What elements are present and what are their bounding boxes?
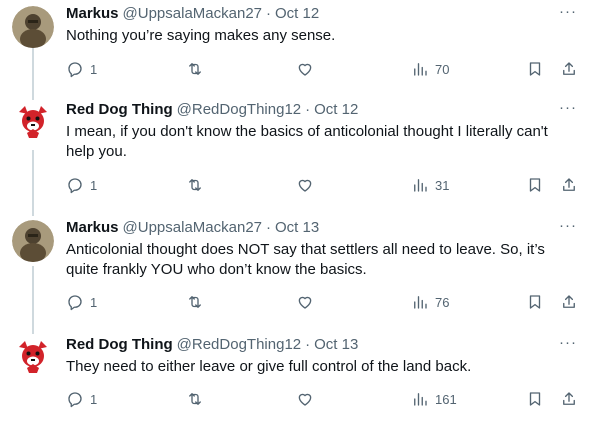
red-dog-avatar[interactable] <box>12 102 54 144</box>
tweet-actions: 1 70 <box>66 59 583 79</box>
red-dog-avatar[interactable] <box>12 337 54 379</box>
bookmark-icon <box>529 295 541 309</box>
tweet-header: Red Dog Thing @RedDogThing12 · Oct 13 <box>66 335 583 355</box>
timestamp[interactable]: Oct 13 <box>314 335 358 355</box>
separator: · <box>266 5 271 22</box>
bookmark-button[interactable] <box>526 292 544 312</box>
more-options-button[interactable]: ··· <box>559 335 577 351</box>
separator: · <box>305 336 311 353</box>
views-button[interactable]: 76 <box>411 292 449 312</box>
tweet-text: They need to either leave or give full c… <box>66 358 472 375</box>
display-name[interactable]: Red Dog Thing <box>66 100 173 120</box>
tweet-text: Nothing you’re saying makes any sense. <box>66 27 336 44</box>
reply-count: 1 <box>90 294 98 310</box>
reply-count: 1 <box>90 391 98 407</box>
user-handle[interactable]: @RedDogThing12 <box>177 100 301 120</box>
bookmark-icon <box>529 62 541 76</box>
tweet-actions: 1 76 <box>66 292 583 312</box>
views-icon <box>414 296 427 309</box>
views-count: 76 <box>435 294 450 310</box>
timestamp[interactable]: Oct 13 <box>275 218 319 238</box>
heart-icon <box>298 179 312 192</box>
tweet-text: Anticolonial thought does NOT say that s… <box>66 241 545 278</box>
views-button[interactable]: 70 <box>411 59 449 79</box>
tweet[interactable]: Red Dog Thing @RedDogThing12 · Oct 12 ··… <box>0 100 597 212</box>
reply-icon <box>68 392 82 408</box>
views-count: 161 <box>435 391 457 407</box>
tweet-header: Markus @UppsalaMackan27 · Oct 12 <box>66 4 583 24</box>
retweet-icon <box>189 393 201 405</box>
retweet-icon <box>189 63 201 75</box>
bookmark-button[interactable] <box>526 389 544 409</box>
tweet-actions: 1 161 <box>66 389 583 409</box>
reply-button[interactable]: 1 <box>66 59 97 79</box>
markus-avatar[interactable] <box>12 6 54 48</box>
reply-count: 1 <box>90 177 98 193</box>
bookmark-button[interactable] <box>526 59 544 79</box>
like-button[interactable] <box>296 175 314 195</box>
views-count: 31 <box>435 177 450 193</box>
share-button[interactable] <box>560 292 578 312</box>
heart-icon <box>298 63 312 76</box>
like-button[interactable] <box>296 292 314 312</box>
bookmark-button[interactable] <box>526 175 544 195</box>
reply-button[interactable]: 1 <box>66 389 97 409</box>
share-button[interactable] <box>560 389 578 409</box>
heart-icon <box>298 296 312 309</box>
tweet-actions: 1 31 <box>66 175 583 195</box>
timestamp[interactable]: Oct 12 <box>314 100 358 120</box>
retweet-icon <box>189 179 201 191</box>
user-handle[interactable]: @UppsalaMackan27 <box>123 4 262 24</box>
share-button[interactable] <box>560 175 578 195</box>
separator: · <box>266 219 271 236</box>
retweet-button[interactable] <box>186 389 204 409</box>
reply-button[interactable]: 1 <box>66 175 97 195</box>
bookmark-icon <box>529 178 541 192</box>
display-name[interactable]: Red Dog Thing <box>66 335 173 355</box>
more-options-button[interactable]: ··· <box>559 100 577 116</box>
tweet-header: Red Dog Thing @RedDogThing12 · Oct 12 <box>66 100 583 120</box>
views-button[interactable]: 31 <box>411 175 449 195</box>
views-icon <box>414 179 427 192</box>
tweet-header: Markus @UppsalaMackan27 · Oct 13 <box>66 218 583 238</box>
share-button[interactable] <box>560 59 578 79</box>
tweet[interactable]: Red Dog Thing @RedDogThing12 · Oct 13 ··… <box>0 335 597 425</box>
user-handle[interactable]: @UppsalaMackan27 <box>123 218 262 238</box>
heart-icon <box>298 393 312 406</box>
like-button[interactable] <box>296 59 314 79</box>
retweet-button[interactable] <box>186 292 204 312</box>
conversation-thread: Markus @UppsalaMackan27 · Oct 12 ··· Not… <box>0 0 597 429</box>
retweet-button[interactable] <box>186 59 204 79</box>
reply-count: 1 <box>90 61 98 77</box>
views-icon <box>414 393 427 406</box>
retweet-icon <box>189 296 201 308</box>
share-icon <box>563 62 575 75</box>
views-count: 70 <box>435 61 450 77</box>
share-icon <box>563 392 575 405</box>
reply-icon <box>68 295 82 311</box>
timestamp[interactable]: Oct 12 <box>275 4 319 24</box>
share-icon <box>563 295 575 308</box>
tweet[interactable]: Markus @UppsalaMackan27 · Oct 13 ··· Ant… <box>0 218 597 326</box>
markus-avatar[interactable] <box>12 220 54 262</box>
more-options-button[interactable]: ··· <box>559 4 577 20</box>
reply-icon <box>68 62 82 78</box>
tweet[interactable]: Markus @UppsalaMackan27 · Oct 12 ··· Not… <box>0 4 597 90</box>
like-button[interactable] <box>296 389 314 409</box>
views-icon <box>414 63 427 76</box>
separator: · <box>305 101 311 118</box>
reply-icon <box>68 178 82 194</box>
tweet-text: I mean, if you don't know the basics of … <box>66 123 548 160</box>
share-icon <box>563 178 575 191</box>
bookmark-icon <box>529 392 541 406</box>
reply-button[interactable]: 1 <box>66 292 97 312</box>
display-name[interactable]: Markus <box>66 4 119 24</box>
user-handle[interactable]: @RedDogThing12 <box>177 335 301 355</box>
more-options-button[interactable]: ··· <box>559 218 577 234</box>
retweet-button[interactable] <box>186 175 204 195</box>
views-button[interactable]: 161 <box>411 389 457 409</box>
display-name[interactable]: Markus <box>66 218 119 238</box>
